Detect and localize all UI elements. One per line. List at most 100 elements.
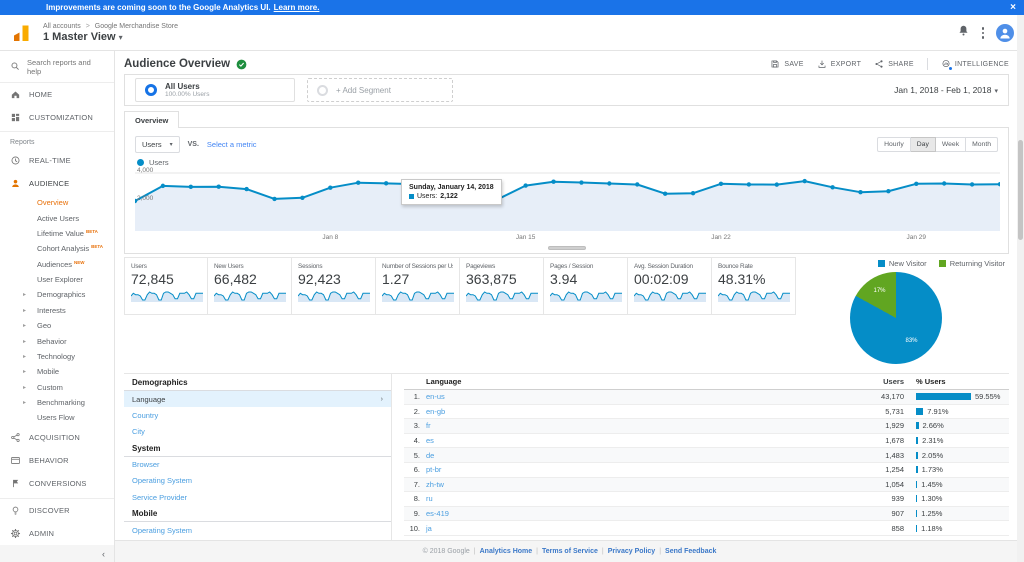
learn-more-link[interactable]: Learn more. bbox=[274, 3, 320, 12]
language-link[interactable]: de bbox=[426, 451, 434, 460]
new-vs-returning-pie-chart[interactable]: 17% 83% bbox=[849, 272, 942, 364]
sidebar-subitem-benchmarking[interactable]: ▸ Benchmarking bbox=[0, 395, 114, 410]
sidebar-subitem-custom[interactable]: ▸ Custom bbox=[0, 380, 114, 395]
breadcrumb-account[interactable]: Google Merchandise Store bbox=[95, 23, 178, 30]
language-link[interactable]: en-gb bbox=[426, 407, 445, 416]
sidebar-subitem-cohort-analysis[interactable]: Cohort Analysis BETA bbox=[0, 241, 114, 256]
more-options-kebab-icon[interactable] bbox=[981, 27, 984, 39]
all-users-segment-chip[interactable]: All Users 100.00% Users bbox=[135, 78, 295, 102]
metric-card-number-of-sessions-per-user[interactable]: Number of Sessions per User 1.27 bbox=[376, 257, 460, 315]
expand-arrow-icon[interactable]: ▸ bbox=[23, 353, 33, 360]
footer-link-privacy-policy[interactable]: Privacy Policy bbox=[608, 548, 655, 555]
sidebar-item-admin[interactable]: ADMIN bbox=[0, 522, 114, 545]
sidebar-item-acquisition[interactable]: ACQUISITION bbox=[0, 426, 114, 449]
view-selector[interactable]: 1 Master View ▾ bbox=[43, 31, 178, 43]
vertical-scrollbar[interactable] bbox=[1017, 15, 1024, 562]
sidebar-item-audience[interactable]: AUDIENCE bbox=[0, 172, 114, 195]
sidebar-subitem-interests[interactable]: ▸ Interests bbox=[0, 303, 114, 318]
add-segment-button[interactable]: + Add Segment bbox=[307, 78, 453, 102]
users-trend-chart[interactable]: 4,000 2,000 Jan 8 Jan 15 Jan 22 Jan 29 Sund… bbox=[132, 167, 1003, 245]
dimension-link-browser[interactable]: Browser bbox=[124, 457, 391, 473]
granularity-week[interactable]: Week bbox=[935, 136, 967, 152]
save-button[interactable]: SAVE bbox=[770, 59, 803, 69]
banner-close-icon[interactable]: × bbox=[1010, 2, 1016, 13]
dimension-link-country[interactable]: Country bbox=[124, 407, 391, 423]
expand-arrow-icon[interactable]: ▸ bbox=[23, 291, 33, 298]
chart-horizontal-scrollbar[interactable] bbox=[547, 246, 586, 250]
sidebar-item-real-time[interactable]: REAL-TIME bbox=[0, 149, 114, 172]
dimension-link-city[interactable]: City bbox=[124, 423, 391, 439]
sidebar-subitem-overview[interactable]: Overview bbox=[0, 195, 114, 210]
expand-arrow-icon[interactable]: ▸ bbox=[23, 307, 33, 314]
sidebar-subitem-audiences[interactable]: Audiences NEW bbox=[0, 257, 114, 272]
pct-text: 1.25% bbox=[921, 509, 943, 519]
breadcrumb-all-accounts[interactable]: All accounts bbox=[43, 23, 81, 30]
sidebar-subitem-behavior[interactable]: ▸ Behavior bbox=[0, 333, 114, 348]
granularity-hourly[interactable]: Hourly bbox=[877, 136, 911, 152]
metric-card-avg-session-duration[interactable]: Avg. Session Duration 00:02:09 bbox=[628, 257, 712, 315]
footer-link-terms-of-service[interactable]: Terms of Service bbox=[542, 548, 598, 555]
language-link[interactable]: es bbox=[426, 436, 434, 445]
expand-arrow-icon[interactable]: ▸ bbox=[23, 322, 33, 329]
sidebar-item-customization[interactable]: CUSTOMIZATION bbox=[0, 106, 114, 129]
metric-card-sessions[interactable]: Sessions 92,423 bbox=[292, 257, 376, 315]
language-link[interactable]: pt-br bbox=[426, 465, 441, 474]
sidebar-collapse-button[interactable]: ‹ bbox=[0, 545, 114, 562]
language-link[interactable]: es-419 bbox=[426, 509, 449, 518]
sidebar-item-home[interactable]: HOME bbox=[0, 83, 114, 106]
export-button[interactable]: EXPORT bbox=[817, 59, 861, 69]
metric-dropdown[interactable]: Users ▾ bbox=[135, 135, 180, 153]
sidebar-item-discover[interactable]: DISCOVER bbox=[0, 499, 114, 522]
customization-icon bbox=[10, 112, 21, 123]
sidebar-subitem-lifetime-value[interactable]: Lifetime Value BETA bbox=[0, 226, 114, 241]
metric-card-bounce-rate[interactable]: Bounce Rate 48.31% bbox=[712, 257, 796, 315]
metric-card-users[interactable]: Users 72,845 bbox=[124, 257, 208, 315]
granularity-day[interactable]: Day bbox=[910, 136, 936, 152]
metric-card-new-users[interactable]: New Users 66,482 bbox=[208, 257, 292, 315]
column-header-users[interactable]: Users bbox=[844, 377, 904, 386]
dimension-link-operating-system[interactable]: Operating System bbox=[124, 522, 391, 538]
footer-link-send-feedback[interactable]: Send Feedback bbox=[665, 548, 716, 555]
intelligence-button[interactable]: INTELLIGENCE bbox=[941, 59, 1009, 71]
tab-overview[interactable]: Overview bbox=[124, 111, 180, 128]
dimension-link-service-provider[interactable]: Service Provider bbox=[124, 489, 391, 505]
sidebar-subitem-user-explorer[interactable]: User Explorer bbox=[0, 272, 114, 287]
row-rank: 5. bbox=[413, 450, 420, 460]
sidebar-item-label: CUSTOMIZATION bbox=[29, 113, 93, 122]
sidebar-subitem-label: Audiences bbox=[37, 259, 73, 269]
date-range-picker[interactable]: Jan 1, 2018 - Feb 1, 2018 ▾ bbox=[894, 85, 998, 95]
sidebar-subitem-demographics[interactable]: ▸ Demographics bbox=[0, 287, 114, 302]
column-header-language[interactable]: Language bbox=[404, 377, 844, 386]
expand-arrow-icon[interactable]: ▸ bbox=[23, 384, 33, 391]
share-button[interactable]: SHARE bbox=[874, 59, 914, 69]
breadcrumb[interactable]: All accounts > Google Merchandise Store bbox=[43, 23, 178, 30]
search-input[interactable]: Search reports and help bbox=[0, 51, 114, 83]
sidebar-subitem-technology[interactable]: ▸ Technology bbox=[0, 349, 114, 364]
sidebar-item-conversions[interactable]: CONVERSIONS bbox=[0, 472, 114, 495]
language-link[interactable]: fr bbox=[426, 421, 431, 430]
expand-arrow-icon[interactable]: ▸ bbox=[23, 399, 33, 406]
sidebar-subitem-mobile[interactable]: ▸ Mobile bbox=[0, 364, 114, 379]
expand-arrow-icon[interactable]: ▸ bbox=[23, 368, 33, 375]
language-link[interactable]: en-us bbox=[426, 392, 445, 401]
dimension-link-language[interactable]: Language › bbox=[124, 391, 391, 408]
language-link[interactable]: ja bbox=[426, 524, 432, 533]
footer-link-analytics-home[interactable]: Analytics Home bbox=[480, 548, 533, 555]
sidebar-subitem-active-users[interactable]: Active Users bbox=[0, 210, 114, 225]
sidebar-subitem-users-flow[interactable]: Users Flow bbox=[0, 410, 114, 425]
user-avatar[interactable] bbox=[996, 24, 1014, 42]
language-link[interactable]: zh-tw bbox=[426, 480, 444, 489]
notifications-bell-icon[interactable] bbox=[957, 24, 970, 42]
sidebar-subitem-geo[interactable]: ▸ Geo bbox=[0, 318, 114, 333]
expand-arrow-icon[interactable]: ▸ bbox=[23, 338, 33, 345]
vertical-scrollbar-thumb[interactable] bbox=[1018, 140, 1023, 240]
column-header-pct-users[interactable]: % Users bbox=[904, 377, 1009, 386]
metric-card-pageviews[interactable]: Pageviews 363,875 bbox=[460, 257, 544, 315]
granularity-month[interactable]: Month bbox=[966, 136, 998, 152]
sidebar-item-behavior[interactable]: BEHAVIOR bbox=[0, 449, 114, 472]
metric-card-pages-session[interactable]: Pages / Session 3.94 bbox=[544, 257, 628, 315]
dimension-link-operating-system[interactable]: Operating System bbox=[124, 473, 391, 489]
select-a-metric-link[interactable]: Select a metric bbox=[207, 140, 257, 149]
sidebar-subitem-label: Users Flow bbox=[37, 413, 75, 423]
language-link[interactable]: ru bbox=[426, 494, 433, 503]
